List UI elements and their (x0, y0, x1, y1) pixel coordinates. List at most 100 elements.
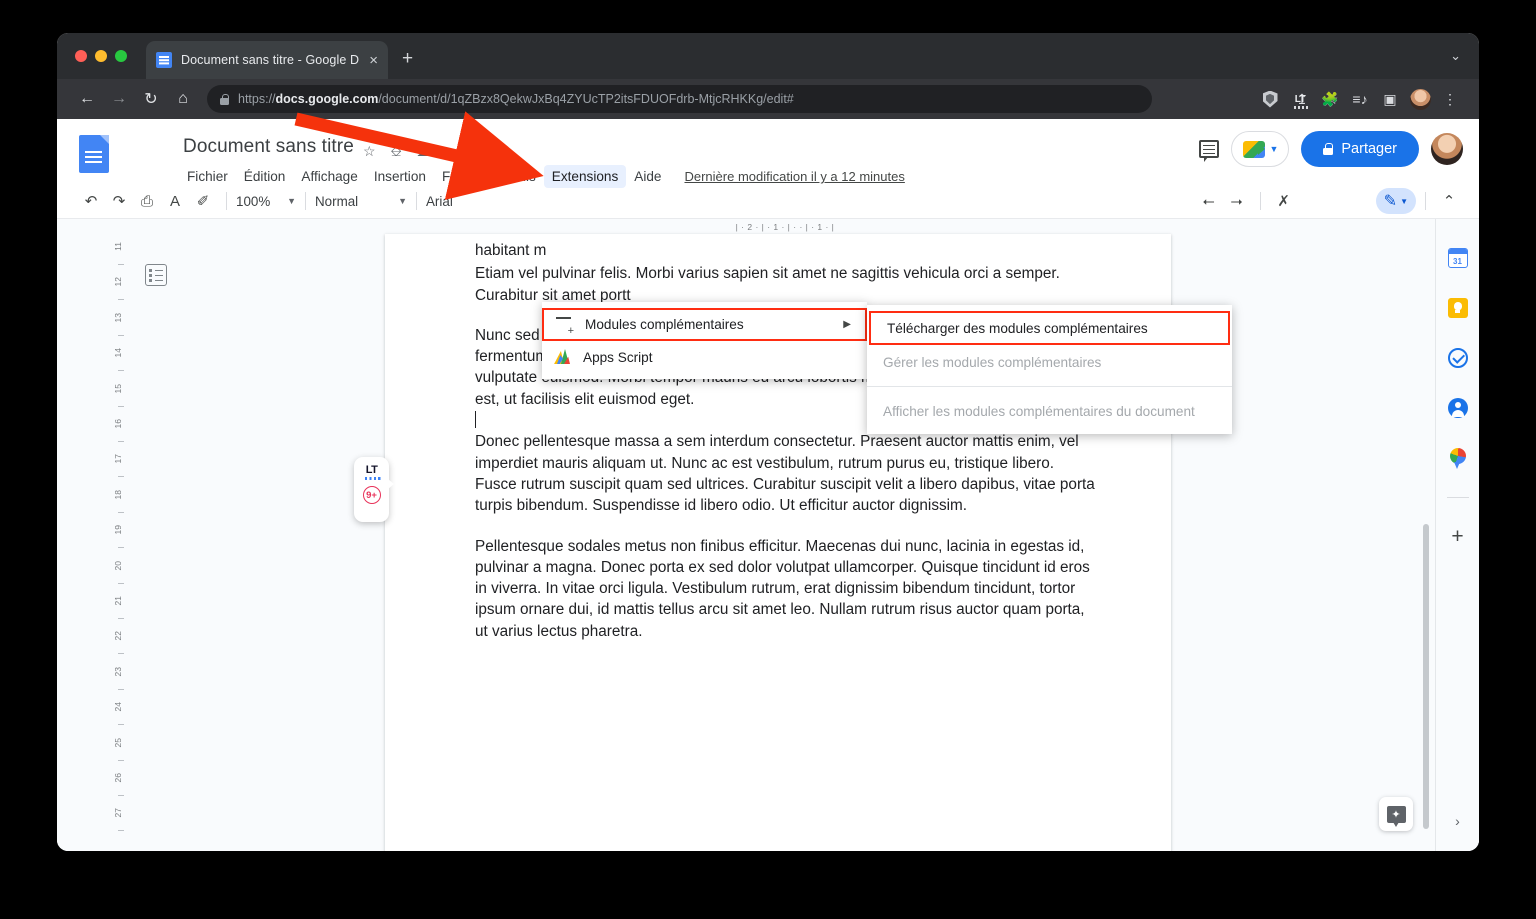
pencil-icon: ✎ (1383, 193, 1398, 210)
calendar-day: 31 (1453, 257, 1462, 266)
maximize-window-button[interactable] (115, 50, 127, 62)
submenu-item-gerer: Gérer les modules complémentaires (867, 345, 1232, 379)
reload-button[interactable]: ↻ (135, 83, 167, 115)
ruler-number: 23 (113, 666, 123, 677)
ruler-tick (118, 264, 124, 265)
languagetool-widget[interactable]: LT 9+ (354, 457, 394, 522)
add-addon-button[interactable]: + (1451, 526, 1463, 547)
lock-icon (220, 93, 229, 105)
url-text: https://docs.google.com/document/d/1qZBz… (238, 92, 794, 106)
print-icon[interactable]: ⎙ (133, 187, 161, 215)
menu-item-apps-script[interactable]: Apps Script (542, 341, 867, 373)
edit-mode-button[interactable]: ✎ ▼ (1375, 188, 1416, 214)
profile-avatar[interactable] (1405, 84, 1435, 114)
spellcheck-icon[interactable]: A (161, 187, 189, 215)
font-value: Arial (426, 193, 453, 209)
share-button[interactable]: Partager (1301, 131, 1419, 167)
chevron-down-icon[interactable]: ⌄ (1450, 48, 1461, 64)
home-button[interactable]: ⌂ (167, 83, 199, 115)
url-scheme: https:// (238, 92, 276, 106)
chevron-down-icon: ▼ (398, 196, 407, 206)
keep-icon[interactable] (1447, 297, 1469, 319)
cloud-saved-icon[interactable]: ☁ (417, 143, 431, 160)
ruler-tick (118, 759, 124, 761)
url-domain: docs.google.com (275, 92, 379, 106)
maps-icon[interactable] (1447, 447, 1469, 469)
docs-toolbar: ↶ ↷ ⎙ A ✐ 100% ▼ Normal ▼ Arial ⭠ ⭢ ✗ ✎ … (57, 183, 1479, 219)
submenu-item-label: Gérer les modules complémentaires (883, 354, 1102, 370)
star-icon[interactable]: ☆ (363, 143, 376, 160)
chevron-down-icon: ▼ (1269, 144, 1279, 154)
contacts-icon[interactable] (1447, 397, 1469, 419)
reading-list-icon[interactable]: ≡♪ (1345, 84, 1375, 114)
menu-item-modules-complementaires[interactable]: Modules complémentaires ▶ (542, 308, 867, 341)
document-outline-icon[interactable] (145, 264, 167, 286)
expand-panel-icon[interactable]: › (1455, 813, 1460, 829)
ruler-tick (118, 830, 124, 832)
meet-icon (1243, 140, 1266, 158)
explore-button[interactable]: ✦ (1379, 797, 1413, 831)
title-action-icons: ☆ ⎒ ☁ (363, 143, 431, 160)
chrome-menu-icon[interactable]: ⋮ (1435, 84, 1465, 114)
ublock-shield-icon[interactable] (1255, 84, 1285, 114)
last-modified-label[interactable]: Dernière modification il y a 12 minutes (684, 169, 904, 184)
lock-icon (1323, 143, 1334, 155)
new-tab-button[interactable]: + (402, 49, 413, 68)
zoom-select[interactable]: 100% ▼ (236, 194, 296, 209)
close-window-button[interactable] (75, 50, 87, 62)
back-button[interactable]: ← (71, 83, 103, 115)
browser-tab[interactable]: Document sans titre - Google D × (146, 41, 388, 79)
font-select[interactable]: Arial (426, 194, 453, 209)
comment-history-icon[interactable] (1199, 140, 1220, 162)
menu-item-label: Apps Script (583, 349, 653, 365)
addon-icon (556, 317, 574, 337)
chevron-down-icon: ▼ (1400, 196, 1408, 206)
ruler-number: 15 (113, 383, 123, 394)
ruler-number: 27 (113, 808, 123, 818)
window-controls[interactable] (75, 50, 127, 62)
extensions-dropdown-menu: Modules complémentaires ▶ Apps Script (542, 302, 867, 379)
paragraph-style-select[interactable]: Normal ▼ (315, 194, 407, 209)
divider (416, 192, 417, 210)
ruler-tick (118, 441, 124, 442)
puzzle-extensions-icon[interactable]: 🧩 (1315, 84, 1345, 114)
vertical-ruler[interactable]: 11 12 13 14 15 16 17 18 19 20 21 22 23 24 25 26 27 (113, 234, 129, 851)
ruler-number: 14 (113, 348, 123, 358)
submenu-item-telecharger[interactable]: Télécharger des modules complémentaires (869, 311, 1230, 345)
redo-icon[interactable]: ↷ (105, 187, 133, 215)
indent-increase-icon[interactable]: ⭢ (1223, 187, 1251, 215)
ruler-tick (118, 618, 124, 619)
browser-window: Document sans titre - Google D × + ⌄ ← →… (57, 33, 1479, 851)
ruler-number: 26 (113, 773, 123, 783)
forward-button[interactable]: → (103, 83, 135, 115)
address-bar[interactable]: https://docs.google.com/document/d/1qZBz… (207, 85, 1152, 113)
issue-count-badge[interactable]: 9+ (362, 486, 381, 504)
vertical-scrollbar[interactable] (1423, 524, 1429, 829)
calendar-icon[interactable]: 31 (1447, 247, 1469, 269)
ruler-number: 13 (113, 312, 123, 323)
ruler-number: 20 (113, 560, 123, 571)
close-tab-icon[interactable]: × (369, 53, 378, 68)
minimize-window-button[interactable] (95, 50, 107, 62)
clear-formatting-icon[interactable]: ✗ (1270, 187, 1298, 215)
horizontal-ruler[interactable]: | · 2 · | · 1 · | · · | · 1 · | (135, 219, 1435, 234)
chevron-down-icon: ▼ (287, 196, 296, 206)
account-avatar[interactable] (1431, 133, 1463, 165)
collapse-toolbar-icon[interactable]: ⌃ (1435, 187, 1463, 215)
page-title[interactable]: Document sans titre (183, 136, 354, 158)
google-docs-favicon (156, 52, 172, 68)
indent-decrease-icon[interactable]: ⭠ (1195, 187, 1223, 215)
side-panel-icon[interactable]: ▣ (1375, 84, 1405, 114)
languagetool-icon[interactable]: LT (1285, 84, 1315, 114)
docs-header-actions: ▼ Partager (1199, 131, 1463, 167)
ruler-number: 17 (113, 454, 123, 464)
divider (867, 386, 1232, 387)
move-to-folder-icon[interactable]: ⎒ (391, 143, 402, 160)
google-meet-button[interactable]: ▼ (1231, 131, 1290, 167)
ruler-tick (118, 547, 124, 549)
ruler-number: 22 (113, 631, 123, 641)
submenu-item-label: Télécharger des modules complémentaires (887, 320, 1148, 336)
paint-format-icon[interactable]: ✐ (189, 187, 217, 215)
tasks-icon[interactable] (1447, 347, 1469, 369)
undo-icon[interactable]: ↶ (77, 187, 105, 215)
